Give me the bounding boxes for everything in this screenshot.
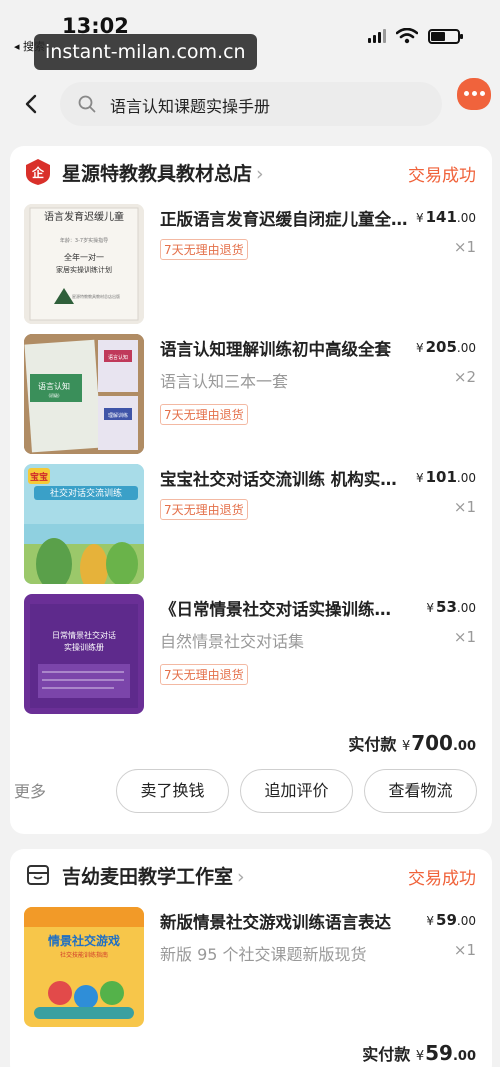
- sell-button[interactable]: 卖了换钱: [116, 769, 229, 813]
- product-thumbnail[interactable]: 情景社交游戏 社交技能训练指南: [24, 907, 144, 1027]
- product-title[interactable]: 《日常情景社交对话实操训练册》: [160, 596, 395, 620]
- product-price: ¥59.00: [426, 911, 476, 929]
- thumb-text: 理解训练: [108, 412, 128, 419]
- battery-icon: [428, 28, 463, 44]
- thumb-text: 家居实操训练计划: [56, 265, 112, 274]
- back-arrow-icon[interactable]: [18, 90, 46, 118]
- product-thumbnail[interactable]: 日常情景社交对话 实操训练册: [24, 594, 144, 714]
- product-price: ¥141.00: [415, 208, 476, 226]
- thumb-text: 全年一对一: [64, 252, 104, 262]
- return-policy-tag: 7天无理由退货: [160, 664, 248, 685]
- view-logistics-button[interactable]: 查看物流: [364, 769, 477, 813]
- product-thumbnail[interactable]: 语言认知 (初级) 语言认知 理解训练: [24, 334, 144, 454]
- product-title[interactable]: 正版语言发育迟缓自闭症儿童全年一对一家居实操训练计划: [160, 206, 410, 230]
- order-item[interactable]: 宝宝 社交对话交流训练 宝宝社交对话交流训练 机构实操指导 ¥101.00 ×1…: [10, 464, 492, 588]
- product-spec: 新版 95 个社交课题新版现货: [160, 945, 367, 964]
- enterprise-shop-badge-icon: 企: [26, 159, 50, 185]
- chevron-right-icon: ›: [256, 163, 264, 185]
- product-thumbnail[interactable]: 语言发育迟缓儿童 年龄：3-7岁实操指导 全年一对一 家居实操训练计划 星源特教…: [24, 204, 144, 324]
- thumb-text: 日常情景社交对话: [52, 630, 116, 640]
- cellular-signal-icon: [368, 29, 386, 43]
- more-actions-link[interactable]: 更多: [14, 778, 46, 802]
- order-card: 企 星源特教教具教材总店 › 交易成功 语言发育迟缓儿童 年龄：3-7岁实操指导 …: [10, 146, 492, 834]
- product-title[interactable]: 语言认知理解训练初中高级全套: [160, 336, 395, 360]
- search-query: 语言认知课题实操手册: [110, 97, 271, 116]
- product-price: ¥101.00: [415, 468, 476, 486]
- product-spec: 语言认知三本一套: [160, 372, 289, 391]
- product-quantity: ×1: [453, 498, 476, 516]
- order-item[interactable]: 语言认知 (初级) 语言认知 理解训练 语言认知理解训练初中高级全套 ¥205.…: [10, 334, 492, 458]
- watermark-overlay: instant-milan.com.cn: [34, 34, 257, 70]
- system-icons: [368, 28, 463, 44]
- svg-text:企: 企: [31, 165, 45, 180]
- product-quantity: ×2: [453, 368, 476, 386]
- store-icon: [27, 865, 49, 885]
- add-review-button[interactable]: 追加评价: [240, 769, 353, 813]
- more-options-button[interactable]: [457, 78, 491, 110]
- return-policy-tag: 7天无理由退货: [160, 239, 248, 260]
- paid-total: 实付款 ¥59.00: [362, 1041, 476, 1065]
- shop-name[interactable]: 吉幼麦田教学工作室 ›: [62, 862, 245, 889]
- order-status: 交易成功: [408, 166, 476, 186]
- thumb-text: 语言认知: [38, 381, 70, 391]
- product-price: ¥53.00: [426, 598, 476, 616]
- thumb-text: 社交对话交流训练: [50, 487, 122, 499]
- order-item[interactable]: 情景社交游戏 社交技能训练指南 新版情景社交游戏训练语言表达 ¥59.00 新版…: [10, 907, 492, 1031]
- thumb-text: 宝宝: [30, 471, 48, 483]
- product-quantity: ×1: [453, 941, 476, 959]
- paid-total: 实付款 ¥700.00: [348, 731, 476, 755]
- shop-header[interactable]: 吉幼麦田教学工作室 › 交易成功: [10, 849, 492, 901]
- thumb-text: (初级): [48, 392, 60, 398]
- search-input[interactable]: 语言认知课题实操手册: [60, 82, 442, 126]
- product-title[interactable]: 新版情景社交游戏训练语言表达: [160, 909, 395, 933]
- order-item[interactable]: 日常情景社交对话 实操训练册 《日常情景社交对话实操训练册》 ¥53.00 自然…: [10, 594, 492, 718]
- product-spec: 自然情景社交对话集: [160, 632, 305, 651]
- product-price: ¥205.00: [415, 338, 476, 356]
- order-status: 交易成功: [408, 869, 476, 889]
- return-policy-tag: 7天无理由退货: [160, 499, 248, 520]
- wifi-icon: [396, 28, 418, 44]
- thumb-text: 实操训练册: [64, 642, 104, 652]
- product-quantity: ×1: [453, 628, 476, 646]
- shop-name[interactable]: 星源特教教具教材总店 ›: [62, 159, 264, 186]
- order-card: 吉幼麦田教学工作室 › 交易成功 情景社交游戏 社交技能训练指南 新版情景社交游戏…: [10, 849, 492, 1067]
- thumb-text: 社交技能训练指南: [60, 951, 108, 959]
- thumb-text: 情景社交游戏: [48, 933, 120, 948]
- product-title[interactable]: 宝宝社交对话交流训练 机构实操指导: [160, 466, 410, 490]
- thumb-text: 年龄：3-7岁实操指导: [60, 237, 108, 244]
- thumb-text: 语言认知: [108, 354, 128, 361]
- thumb-text: 语言发育迟缓儿童: [44, 210, 124, 223]
- product-thumbnail[interactable]: 宝宝 社交对话交流训练: [24, 464, 144, 584]
- shop-header[interactable]: 企 星源特教教具教材总店 › 交易成功: [10, 146, 492, 198]
- thumb-text: 星源特教教具教材总店出版: [72, 293, 120, 299]
- return-policy-tag: 7天无理由退货: [160, 404, 248, 425]
- search-header: 语言认知课题实操手册: [0, 76, 500, 132]
- search-icon: [78, 95, 96, 113]
- product-quantity: ×1: [453, 238, 476, 256]
- chevron-right-icon: ›: [237, 866, 245, 888]
- order-item[interactable]: 语言发育迟缓儿童 年龄：3-7岁实操指导 全年一对一 家居实操训练计划 星源特教…: [10, 204, 492, 328]
